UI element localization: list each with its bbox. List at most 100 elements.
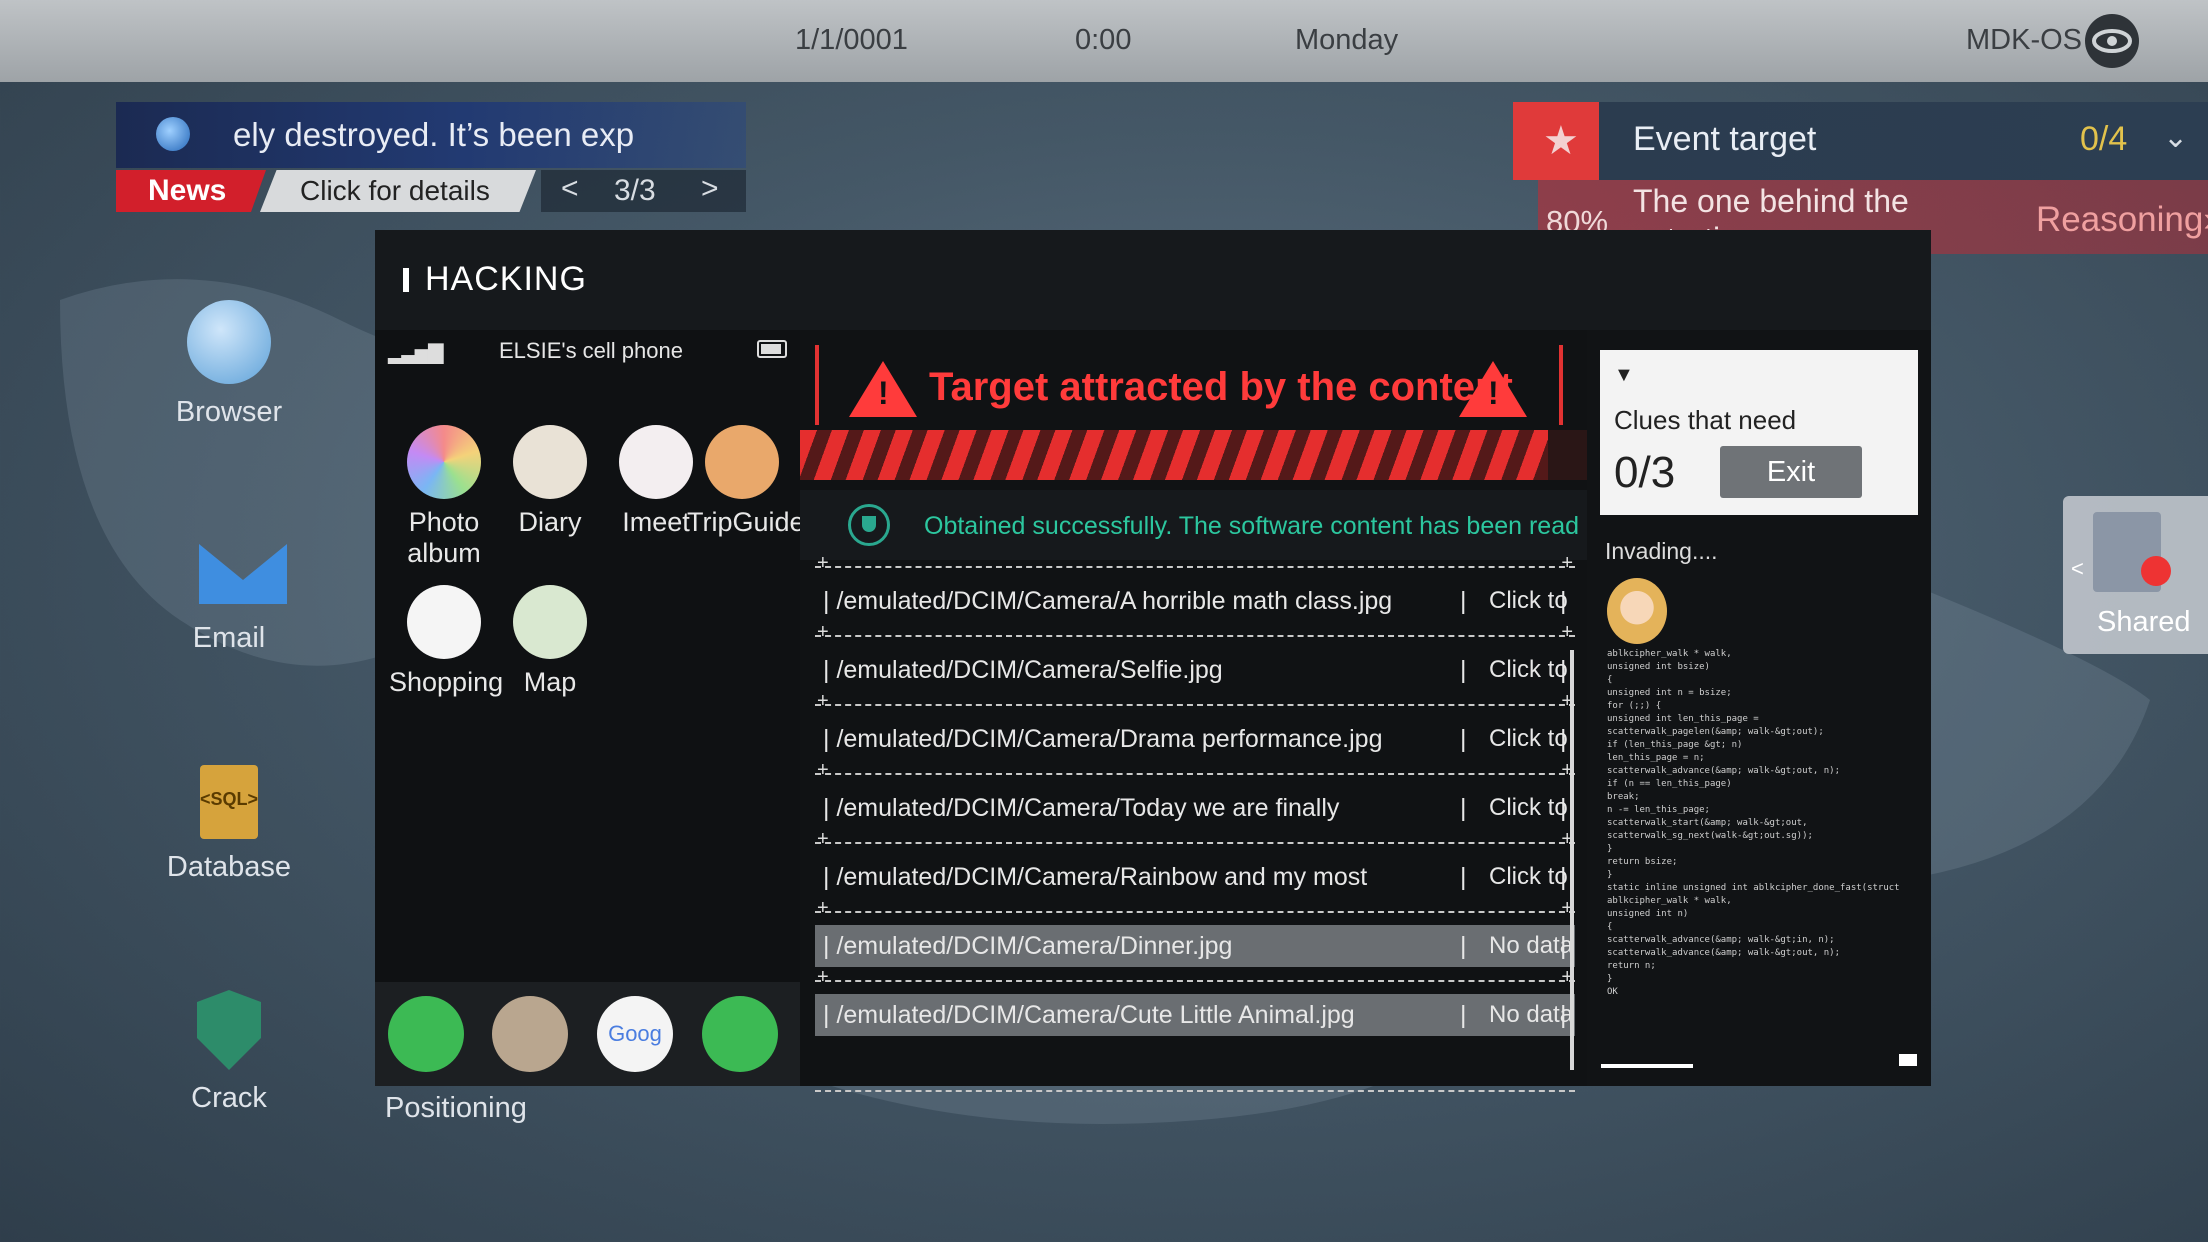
imeet-icon <box>619 425 693 499</box>
app-diary[interactable]: Diary <box>495 425 605 538</box>
file-action[interactable]: Click to <box>1489 656 1568 684</box>
contacts-icon[interactable] <box>492 996 568 1072</box>
desktop-icon-browser[interactable]: Browser <box>119 300 339 429</box>
desktop-icon-database[interactable]: <SQL> Database <box>119 765 339 884</box>
app-label: Map <box>523 667 577 697</box>
file-list-divider <box>815 1090 1575 1092</box>
desktop-icon-label: Browser <box>175 396 283 428</box>
column-separator: | <box>1460 587 1467 615</box>
globe-icon <box>187 300 271 384</box>
column-separator: | <box>1460 863 1467 891</box>
file-row: | /emulated/DCIM/Camera/Dinner.jpg | No … <box>815 897 1575 980</box>
reasoning-button[interactable]: Reasoning› <box>2036 200 2208 240</box>
file-row: | /emulated/DCIM/Camera/Cute Little Anim… <box>815 966 1575 1049</box>
airplane-icon <box>705 425 779 499</box>
google-icon[interactable]: Goog <box>597 996 673 1072</box>
chevron-left-icon[interactable]: < <box>561 172 579 206</box>
code-log-indicator <box>1899 1054 1917 1066</box>
app-map[interactable]: Map <box>495 585 605 698</box>
globe-icon <box>156 117 190 151</box>
photo-album-icon <box>407 425 481 499</box>
news-tag: News <box>116 170 266 212</box>
file-row[interactable]: | /emulated/DCIM/Camera/Today we are fin… <box>815 759 1575 842</box>
exit-button[interactable]: Exit <box>1720 446 1862 498</box>
file-path: | /emulated/DCIM/Camera/Drama performanc… <box>823 725 1383 753</box>
shared-label: Shared <box>2097 606 2191 638</box>
desktop-icon-email[interactable]: Email <box>119 540 339 655</box>
desktop-icon-label: Database <box>166 851 292 883</box>
chevron-down-icon[interactable]: ⌄ <box>2163 120 2188 155</box>
app-shopping[interactable]: Shopping <box>389 585 504 698</box>
avatar <box>1607 578 1667 644</box>
phone-icon[interactable] <box>388 996 464 1072</box>
news-ticker: ely destroyed. It’s been exp News Click … <box>116 102 746 212</box>
file-list: | /emulated/DCIM/Camera/A horrible math … <box>815 552 1575 1049</box>
column-separator: | <box>1560 1001 1567 1029</box>
file-list-scrollbar[interactable] <box>1570 650 1574 1070</box>
file-action[interactable]: Click to <box>1489 587 1568 615</box>
chevron-left-icon[interactable]: < <box>2071 556 2084 582</box>
file-action[interactable]: Click to <box>1489 725 1568 753</box>
app-label: TripGuide <box>687 507 805 537</box>
app-label: Photo album <box>407 507 481 568</box>
message-icon[interactable] <box>702 996 778 1072</box>
column-separator: | <box>1560 863 1567 891</box>
code-log-scrollbar[interactable] <box>1601 1064 1693 1068</box>
attraction-progress-bar <box>800 430 1587 480</box>
shield-check-icon <box>848 504 890 546</box>
event-target-header[interactable]: ★ Event target 0/4 ⌄ <box>1513 102 2208 180</box>
column-separator: | <box>1460 794 1467 822</box>
app-tripguide[interactable]: TripGuide <box>687 425 805 538</box>
clue-box: ▼ Clues that need 0/3 Exit <box>1600 350 1918 515</box>
column-separator: | <box>1560 656 1567 684</box>
file-row[interactable]: | /emulated/DCIM/Camera/A horrible math … <box>815 552 1575 635</box>
app-label: Shopping <box>389 667 504 697</box>
triangle-down-icon[interactable]: ▼ <box>1614 364 1634 387</box>
file-path: | /emulated/DCIM/Camera/Rainbow and my m… <box>823 863 1368 891</box>
positioning-label: Positioning <box>385 1092 527 1124</box>
phone-owner-name: ELSIE's cell phone <box>499 338 683 363</box>
column-separator: | <box>1460 656 1467 684</box>
signal-icon: ▂▃▅▇ <box>388 342 444 364</box>
shared-panel[interactable]: < Shared <box>2063 496 2208 654</box>
column-separator: | <box>1560 932 1567 960</box>
column-separator: | <box>1560 587 1567 615</box>
target-alert: Target attracted by the content <box>815 345 1563 425</box>
attraction-progress-remaining <box>1548 430 1587 480</box>
file-path: | /emulated/DCIM/Camera/Selfie.jpg <box>823 656 1223 684</box>
app-photo-album[interactable]: Photo album <box>389 425 499 569</box>
column-separator: | <box>1460 725 1467 753</box>
file-action[interactable]: Click to <box>1489 794 1568 822</box>
os-name: MDK-OS <box>1966 24 2082 56</box>
warning-icon <box>849 361 917 417</box>
hacking-title: HACKING <box>403 260 587 299</box>
shopping-icon <box>407 585 481 659</box>
file-row[interactable]: | /emulated/DCIM/Camera/Selfie.jpg | Cli… <box>815 621 1575 704</box>
chevron-right-icon[interactable]: > <box>701 172 719 206</box>
clue-count: 0/3 <box>1614 448 1676 497</box>
column-separator: | <box>1560 794 1567 822</box>
file-action[interactable]: Click to <box>1489 863 1568 891</box>
map-icon <box>513 585 587 659</box>
database-icon: <SQL> <box>200 765 258 839</box>
file-path: | /emulated/DCIM/Camera/Dinner.jpg <box>823 932 1233 960</box>
shared-document-icon <box>2093 512 2171 592</box>
news-page-count: 3/3 <box>614 174 656 207</box>
news-headline: ely destroyed. It’s been exp <box>233 116 635 153</box>
diary-icon <box>513 425 587 499</box>
status-time: 0:00 <box>1075 24 1132 56</box>
clue-panel: ▼ Clues that need 0/3 Exit Invading.... … <box>1587 330 1931 1086</box>
column-separator: | <box>1460 1001 1467 1029</box>
news-headline-bar: ely destroyed. It’s been exp <box>116 102 746 168</box>
news-pager: < 3/3 > <box>541 170 746 212</box>
success-message: Obtained successfully. The software cont… <box>924 512 1580 540</box>
eye-icon[interactable] <box>2085 14 2139 68</box>
column-separator: | <box>1460 932 1467 960</box>
news-details-button[interactable]: Click for details <box>260 170 536 212</box>
desktop-icon-crack[interactable]: Crack <box>119 990 339 1115</box>
file-row[interactable]: | /emulated/DCIM/Camera/Drama performanc… <box>815 690 1575 773</box>
event-target-count: 0/4 <box>2080 120 2128 158</box>
file-row[interactable]: | /emulated/DCIM/Camera/Rainbow and my m… <box>815 828 1575 911</box>
file-path: | /emulated/DCIM/Camera/Cute Little Anim… <box>823 1001 1355 1029</box>
mail-icon <box>169 540 289 610</box>
